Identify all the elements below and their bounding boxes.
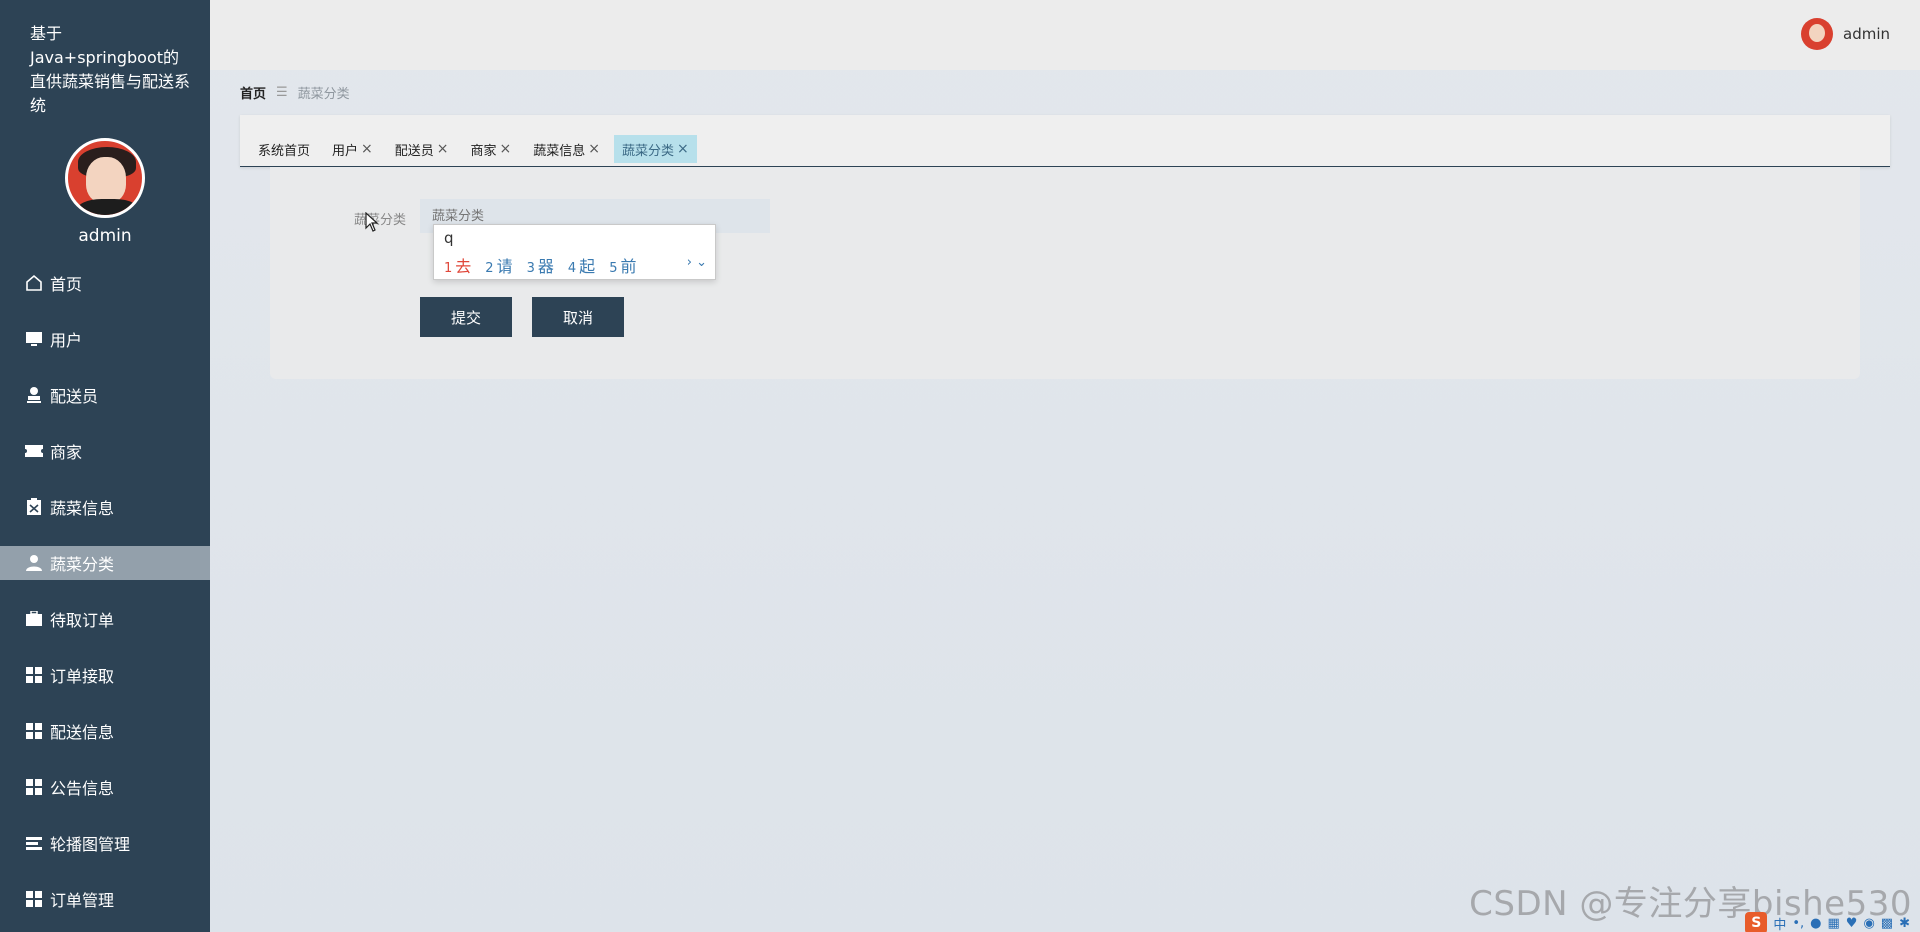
tab-label: 系统首页 bbox=[258, 143, 311, 159]
sidebar-menu: 首页 用户 配送员 商家 蔬菜信息 蔬菜分类 待取订单 订单接取 配送信息 公告… bbox=[0, 266, 210, 916]
ime-language-toggle[interactable]: 中 bbox=[1773, 914, 1786, 932]
stamp-icon bbox=[24, 385, 44, 405]
sidebar-item-label: 订单接取 bbox=[50, 667, 115, 686]
skin-icon[interactable]: ♥ bbox=[1846, 916, 1858, 931]
tabs-bar: 系统首页 用户 × 配送员 × 商家 × 蔬菜信息 × 蔬菜分类 × bbox=[250, 135, 703, 163]
submit-button[interactable]: 提交 bbox=[420, 297, 512, 337]
sidebar-item-vegetable-category[interactable]: 蔬菜分类 bbox=[0, 546, 210, 580]
sidebar-item-vegetable-info[interactable]: 蔬菜信息 bbox=[0, 490, 210, 524]
close-icon[interactable]: × bbox=[500, 141, 512, 157]
sidebar-item-label: 待取订单 bbox=[50, 611, 115, 630]
tabs-panel: 系统首页 用户 × 配送员 × 商家 × 蔬菜信息 × 蔬菜分类 × bbox=[240, 115, 1890, 167]
system-title: 基于Java+springboot的直供蔬菜销售与配送系统 bbox=[30, 24, 191, 115]
ime-candidate[interactable]: 2请 bbox=[485, 253, 512, 277]
mouse-cursor-icon bbox=[365, 211, 379, 236]
sogou-logo-icon[interactable]: S bbox=[1745, 912, 1768, 932]
close-icon[interactable]: × bbox=[437, 141, 449, 157]
sidebar-item-pending-orders[interactable]: 待取订单 bbox=[0, 602, 210, 636]
sidebar: 基于Java+springboot的直供蔬菜销售与配送系统 admin 首页 用… bbox=[0, 0, 210, 932]
tab-label: 蔬菜信息 bbox=[533, 143, 586, 159]
ime-candidate[interactable]: 3器 bbox=[527, 253, 554, 277]
breadcrumb-home[interactable]: 首页 bbox=[240, 83, 266, 102]
grid-icon bbox=[24, 889, 44, 909]
tab-label: 配送员 bbox=[394, 143, 434, 159]
ime-candidate[interactable]: 1去 bbox=[444, 253, 471, 277]
close-icon[interactable]: × bbox=[361, 141, 373, 157]
punctuation-icon[interactable]: •, bbox=[1792, 916, 1804, 931]
ime-candidate[interactable]: 4起 bbox=[568, 253, 595, 277]
ime-toolbar: S 中 •, ● ▦ ♥ ◉ ▩ ✱ bbox=[1745, 912, 1910, 932]
sidebar-item-label: 首页 bbox=[50, 275, 83, 294]
tab-users[interactable]: 用户 × bbox=[324, 135, 381, 163]
sidebar-item-label: 公告信息 bbox=[50, 779, 115, 798]
robot-icon[interactable]: ◉ bbox=[1863, 916, 1874, 931]
sidebar-item-label: 轮播图管理 bbox=[50, 835, 131, 854]
ime-candidate-popup: q 1去 2请 3器 4起 5前 › ⌄ bbox=[433, 224, 716, 280]
keyboard-icon[interactable]: ▦ bbox=[1828, 916, 1840, 931]
sidebar-item-merchants[interactable]: 商家 bbox=[0, 434, 210, 468]
ime-composition: q bbox=[444, 229, 454, 247]
sidebar-item-label: 用户 bbox=[50, 331, 83, 350]
ime-next-page-icon[interactable]: › ⌄ bbox=[687, 255, 707, 270]
ticket-icon bbox=[24, 441, 44, 461]
grid-icon bbox=[24, 665, 44, 685]
grid-icon bbox=[24, 721, 44, 741]
breadcrumb-current: 蔬菜分类 bbox=[297, 87, 350, 102]
toolbox-icon[interactable]: ▩ bbox=[1881, 916, 1893, 931]
topbar-username: admin bbox=[1843, 25, 1890, 43]
sidebar-item-home[interactable]: 首页 bbox=[0, 266, 210, 300]
briefcase-icon bbox=[24, 609, 44, 629]
tab-label: 商家 bbox=[470, 143, 497, 159]
sidebar-item-label: 配送员 bbox=[50, 387, 99, 406]
monitor-icon bbox=[24, 329, 44, 349]
cancel-button[interactable]: 取消 bbox=[532, 297, 624, 337]
close-icon[interactable]: × bbox=[677, 141, 689, 157]
sidebar-item-announcements[interactable]: 公告信息 bbox=[0, 770, 210, 804]
user-icon bbox=[24, 553, 44, 573]
breadcrumb-separator-icon: ☰ bbox=[276, 85, 288, 100]
list-icon bbox=[24, 833, 44, 853]
sidebar-item-users[interactable]: 用户 bbox=[0, 322, 210, 356]
sidebar-item-label: 订单管理 bbox=[50, 891, 115, 910]
tab-label: 用户 bbox=[332, 143, 359, 159]
tab-merchants[interactable]: 商家 × bbox=[463, 135, 520, 163]
tab-system-home[interactable]: 系统首页 bbox=[250, 135, 318, 163]
sidebar-item-label: 商家 bbox=[50, 443, 83, 462]
close-icon[interactable]: × bbox=[588, 141, 600, 157]
sidebar-item-order-manage[interactable]: 订单管理 bbox=[0, 882, 210, 916]
breadcrumb: 首页 ☰ 蔬菜分类 bbox=[240, 83, 350, 102]
tab-vegetable-info[interactable]: 蔬菜信息 × bbox=[525, 135, 608, 163]
tab-couriers[interactable]: 配送员 × bbox=[387, 135, 457, 163]
grid-icon bbox=[24, 777, 44, 797]
topbar: admin bbox=[210, 0, 1920, 70]
clipboard-icon bbox=[24, 497, 44, 517]
avatar[interactable] bbox=[1801, 18, 1833, 50]
sidebar-item-delivery-info[interactable]: 配送信息 bbox=[0, 714, 210, 748]
sidebar-item-carousel[interactable]: 轮播图管理 bbox=[0, 826, 210, 860]
user-menu[interactable]: admin bbox=[1801, 18, 1890, 50]
tab-vegetable-category[interactable]: 蔬菜分类 × bbox=[614, 135, 697, 163]
microphone-icon[interactable]: ● bbox=[1810, 916, 1821, 931]
sidebar-item-label: 配送信息 bbox=[50, 723, 115, 742]
sidebar-item-couriers[interactable]: 配送员 bbox=[0, 378, 210, 412]
sidebar-item-label: 蔬菜信息 bbox=[50, 499, 115, 518]
sidebar-item-label: 蔬菜分类 bbox=[50, 555, 115, 574]
sidebar-avatar bbox=[65, 138, 145, 218]
settings-icon[interactable]: ✱ bbox=[1899, 916, 1910, 931]
ime-candidate[interactable]: 5前 bbox=[609, 253, 636, 277]
home-icon bbox=[24, 273, 44, 293]
ime-candidates: 1去 2请 3器 4起 5前 bbox=[444, 253, 650, 277]
sidebar-item-order-accept[interactable]: 订单接取 bbox=[0, 658, 210, 692]
category-field-label: 蔬菜分类 bbox=[354, 213, 407, 228]
sidebar-username: admin bbox=[78, 226, 132, 246]
tab-label: 蔬菜分类 bbox=[622, 143, 675, 159]
